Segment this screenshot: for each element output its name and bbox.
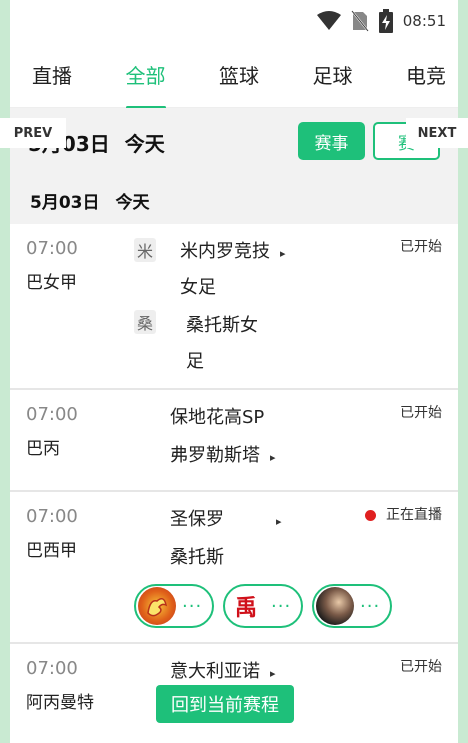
match-league: 巴西甲 [26,541,77,561]
today-text: 今天 [124,131,165,156]
anchor-more: ··· [360,595,381,617]
tab-esports[interactable]: 电竞 [406,52,446,97]
back-to-current-button[interactable]: 回到当前赛程 [156,685,294,723]
match-status: 正在直播 [365,504,442,524]
match-time: 07:00 [26,404,78,425]
next-button[interactable]: NEXT [406,118,468,148]
play-arrow-icon: ▸ [276,515,282,528]
match-status: 已开始 [400,405,442,421]
match-card[interactable]: 07:00 巴西甲 正在直播 圣保罗 ▸ 桑托斯 ··· 禹 ··· ··· [10,492,458,644]
tab-live[interactable]: 直播 [32,52,72,97]
anchor-more: ··· [271,595,292,617]
anchor-pill[interactable]: ··· [312,584,392,628]
match-time: 07:00 [26,238,78,259]
home-team: 圣保罗 ▸ [170,502,282,540]
dragon-avatar [138,587,176,625]
away-team-name: 弗罗勒斯塔 [170,445,260,466]
anchor-more: ··· [182,595,203,617]
clock: 08:51 [402,12,446,30]
away-team: 桑托斯 [170,547,224,568]
match-status: 已开始 [400,239,442,255]
date-bar: 5月03日 今天 赛事 赛 [10,108,458,176]
section-day: 今天 [115,192,150,213]
away-team-logo: 桑 [134,310,156,334]
yu-avatar: 禹 [227,587,265,625]
play-arrow-icon: ▸ [270,451,276,464]
app-screen: 08:51 直播 全部 篮球 足球 电竞 5月03日 今天 赛事 赛 5月03日… [10,0,458,743]
live-dot-icon [365,509,376,521]
match-time: 07:00 [26,658,78,679]
home-team-name: 圣保罗 [170,509,224,530]
home-team-name: 米内罗竞技 [180,241,270,262]
tab-all[interactable]: 全部 [125,52,166,109]
section-heading: 5月03日 今天 [10,176,458,224]
away-team-line2: 足 [186,351,204,372]
away-team: 桑托斯女 [186,315,258,336]
home-team-line2: 女足 [180,277,216,298]
tab-football[interactable]: 足球 [313,52,353,97]
tab-basketball[interactable]: 篮球 [219,52,259,97]
anchor-pill[interactable]: 禹 ··· [223,584,303,628]
match-card[interactable]: 07:00 巴女甲 已开始 米 米内罗竞技 ▸ 女足 桑 桑托斯女 足 [10,224,458,390]
status-bar: 08:51 [10,0,458,42]
home-team: 米内罗竞技 ▸ [180,234,286,272]
anchor-pill[interactable]: ··· [134,584,214,628]
home-team-logo: 米 [134,238,156,262]
section-date: 5月03日 [30,192,100,213]
wifi-icon [316,11,341,31]
match-time: 07:00 [26,506,78,527]
live-status-text: 正在直播 [386,507,442,523]
girl-avatar [316,587,354,625]
no-sim-icon [350,10,369,32]
events-button[interactable]: 赛事 [298,122,365,160]
match-league: 阿丙曼特 [26,693,94,713]
match-status: 已开始 [400,659,442,675]
away-team: 弗罗勒斯塔 ▸ [170,438,276,476]
match-league: 巴丙 [26,439,60,459]
home-team-name: 意大利亚诺 [170,661,260,682]
battery-charging-icon [378,9,393,33]
match-league: 巴女甲 [26,273,77,293]
play-arrow-icon: ▸ [280,247,286,260]
home-team: 保地花高SP [170,407,265,428]
match-card[interactable]: 07:00 巴丙 已开始 保地花高SP 弗罗勒斯塔 ▸ [10,390,458,492]
play-arrow-icon: ▸ [270,667,276,680]
prev-button[interactable]: PREV [0,118,66,148]
category-tabs: 直播 全部 篮球 足球 电竞 [10,42,458,109]
